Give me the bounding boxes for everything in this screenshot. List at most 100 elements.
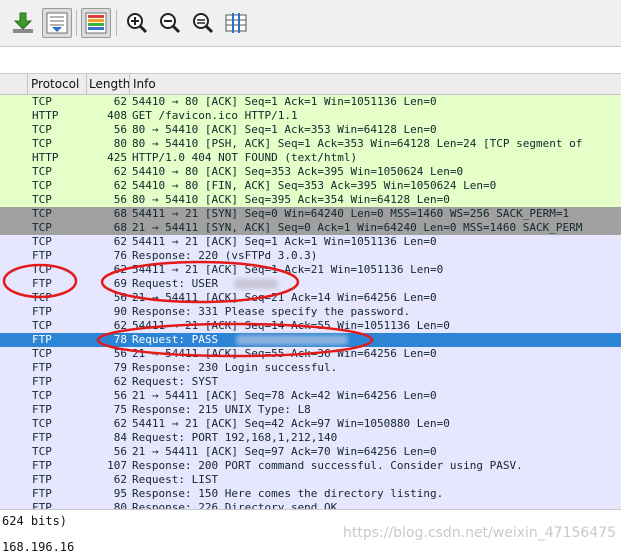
packet-row[interactable]: FTP 75 Response: 215 UNIX Type: L8 bbox=[0, 403, 621, 417]
packet-row[interactable]: TCP 56 21 → 54411 [ACK] Seq=78 Ack=42 Win=… bbox=[0, 389, 621, 403]
packet-row[interactable]: TCP 56 21 → 54411 [ACK] Seq=21 Ack=14 Win=… bbox=[0, 291, 621, 305]
packet-length: 56 bbox=[113, 291, 127, 304]
zoom-reset-icon bbox=[193, 13, 214, 34]
packet-info: Request: PORT 192,168,1,212,140 bbox=[132, 431, 338, 444]
packet-info: Response: 215 UNIX Type: L8 bbox=[132, 403, 311, 416]
colorize-button[interactable] bbox=[81, 8, 111, 38]
packet-info: Response: 331 Please specify the passwor… bbox=[132, 305, 411, 318]
packet-info: Request: PASS bbox=[132, 333, 219, 346]
packet-row[interactable]: TCP 56 80 → 54410 [ACK] Seq=1 Ack=353 Win=… bbox=[0, 123, 621, 137]
packet-protocol: TCP bbox=[32, 123, 52, 136]
packet-protocol: FTP bbox=[32, 501, 52, 509]
packet-length: 76 bbox=[113, 249, 127, 262]
autoscroll-button[interactable] bbox=[42, 8, 72, 38]
packet-info: 54411 → 21 [ACK] Seq=14 Ack=55 Win=10511… bbox=[132, 319, 450, 332]
packet-row[interactable]: HTTP 408 GET /favicon.ico HTTP/1.1 bbox=[0, 109, 621, 123]
packet-row[interactable]: FTP 76 Response: 220 (vsFTPd 3.0.3) bbox=[0, 249, 621, 263]
packet-row[interactable]: FTP 107 Response: 200 PORT command success… bbox=[0, 459, 621, 473]
packet-row[interactable]: HTTP 425 HTTP/1.0 404 NOT FOUND (text/html… bbox=[0, 151, 621, 165]
packet-info: 21 → 54411 [ACK] Seq=55 Ack=36 Win=64256… bbox=[132, 347, 437, 360]
packet-info: 21 → 54411 [ACK] Seq=97 Ack=70 Win=64256… bbox=[132, 445, 437, 458]
packet-info: Response: 200 PORT command successful. C… bbox=[132, 459, 523, 472]
column-divider[interactable] bbox=[86, 74, 87, 94]
packet-info: Request: LIST bbox=[132, 473, 219, 486]
packet-protocol: FTP bbox=[32, 431, 52, 444]
packet-row[interactable]: TCP 62 54410 → 80 [ACK] Seq=1 Ack=1 Win=10… bbox=[0, 95, 621, 109]
packet-row[interactable]: TCP 62 54410 → 80 [FIN, ACK] Seq=353 Ack=3… bbox=[0, 179, 621, 193]
packet-row[interactable]: TCP 62 54411 → 21 [ACK] Seq=42 Ack=97 Win=… bbox=[0, 417, 621, 431]
main-toolbar bbox=[0, 0, 621, 47]
packet-length: 56 bbox=[113, 445, 127, 458]
display-filter-bar[interactable] bbox=[0, 47, 621, 74]
packet-row[interactable]: FTP 62 Request: SYST bbox=[0, 375, 621, 389]
packet-protocol: TCP bbox=[32, 165, 52, 178]
packet-row[interactable]: FTP 90 Response: 331 Please specify the pa… bbox=[0, 305, 621, 319]
packet-row[interactable]: FTP 78 Request: PASS bbox=[0, 333, 621, 347]
autoscroll-icon bbox=[46, 12, 68, 34]
column-divider[interactable] bbox=[27, 74, 28, 94]
packet-info: Request: USER bbox=[132, 277, 219, 290]
packet-row[interactable]: TCP 62 54410 → 80 [ACK] Seq=353 Ack=395 Wi… bbox=[0, 165, 621, 179]
column-header-length[interactable]: Length bbox=[89, 77, 130, 91]
column-header-protocol[interactable]: Protocol bbox=[31, 77, 79, 91]
packet-info: 54411 → 21 [SYN] Seq=0 Win=64240 Len=0 M… bbox=[132, 207, 570, 220]
packet-protocol: TCP bbox=[32, 291, 52, 304]
packet-info: 54411 → 21 [ACK] Seq=42 Ack=97 Win=10508… bbox=[132, 417, 450, 430]
packet-info: 54410 → 80 [FIN, ACK] Seq=353 Ack=395 Wi… bbox=[132, 179, 497, 192]
column-divider[interactable] bbox=[129, 74, 130, 94]
packet-length: 107 bbox=[107, 459, 127, 472]
packet-row[interactable]: TCP 68 54411 → 21 [SYN] Seq=0 Win=64240 Le… bbox=[0, 207, 621, 221]
packet-length: 68 bbox=[113, 207, 127, 220]
watermark-text: https://blog.csdn.net/weixin_47156475 bbox=[343, 525, 617, 541]
packet-row[interactable]: TCP 62 54411 → 21 [ACK] Seq=14 Ack=55 Win=… bbox=[0, 319, 621, 333]
packet-row[interactable]: TCP 80 80 → 54410 [PSH, ACK] Seq=1 Ack=353… bbox=[0, 137, 621, 151]
zoom-out-button[interactable] bbox=[155, 8, 185, 38]
packet-length: 62 bbox=[113, 319, 127, 332]
packet-list-header: Protocol Length Info bbox=[0, 74, 621, 95]
packet-length: 56 bbox=[113, 347, 127, 360]
packet-row[interactable]: TCP 62 54411 → 21 [ACK] Seq=1 Ack=21 Win=1… bbox=[0, 263, 621, 277]
packet-protocol: FTP bbox=[32, 305, 52, 318]
packet-info: 21 → 54411 [SYN, ACK] Seq=0 Ack=1 Win=64… bbox=[132, 221, 583, 234]
packet-list[interactable]: TCP 62 54410 → 80 [ACK] Seq=1 Ack=1 Win=10… bbox=[0, 95, 621, 509]
packet-protocol: FTP bbox=[32, 333, 52, 346]
packet-length: 56 bbox=[113, 389, 127, 402]
packet-protocol: FTP bbox=[32, 277, 52, 290]
packet-row[interactable]: TCP 68 21 → 54411 [SYN, ACK] Seq=0 Ack=1 W… bbox=[0, 221, 621, 235]
packet-info: 54411 → 21 [ACK] Seq=1 Ack=21 Win=105113… bbox=[132, 263, 444, 276]
packet-protocol: HTTP bbox=[32, 151, 59, 164]
packet-info: Request: SYST bbox=[132, 375, 219, 388]
packet-row[interactable]: TCP 56 21 → 54411 [ACK] Seq=55 Ack=36 Win=… bbox=[0, 347, 621, 361]
packet-row[interactable]: TCP 62 54411 → 21 [ACK] Seq=1 Ack=1 Win=10… bbox=[0, 235, 621, 249]
redaction-blur bbox=[236, 335, 348, 345]
resize-columns-button[interactable] bbox=[221, 8, 251, 38]
packet-protocol: TCP bbox=[32, 221, 52, 234]
packet-info: 80 → 54410 [PSH, ACK] Seq=1 Ack=353 Win=… bbox=[132, 137, 583, 150]
packet-length: 75 bbox=[113, 403, 127, 416]
packet-length: 62 bbox=[113, 235, 127, 248]
toolbar-separator bbox=[76, 10, 77, 36]
packet-protocol: TCP bbox=[32, 207, 52, 220]
column-header-info[interactable]: Info bbox=[133, 77, 156, 91]
packet-info: Response: 220 (vsFTPd 3.0.3) bbox=[132, 249, 318, 262]
packet-length: 78 bbox=[113, 333, 127, 346]
packet-row[interactable]: FTP 62 Request: LIST bbox=[0, 473, 621, 487]
packet-row[interactable]: FTP 84 Request: PORT 192,168,1,212,140 bbox=[0, 431, 621, 445]
packet-row[interactable]: TCP 56 21 → 54411 [ACK] Seq=97 Ack=70 Win=… bbox=[0, 445, 621, 459]
packet-protocol: TCP bbox=[32, 347, 52, 360]
packet-row[interactable]: FTP 79 Response: 230 Login successful. bbox=[0, 361, 621, 375]
packet-row[interactable]: FTP 69 Request: USER bbox=[0, 277, 621, 291]
packet-length: 62 bbox=[113, 263, 127, 276]
zoom-in-button[interactable] bbox=[122, 8, 152, 38]
packet-row[interactable]: TCP 56 80 → 54410 [ACK] Seq=395 Ack=354 Wi… bbox=[0, 193, 621, 207]
save-download-button[interactable] bbox=[8, 8, 38, 38]
packet-protocol: TCP bbox=[32, 319, 52, 332]
zoom-reset-button[interactable] bbox=[188, 8, 218, 38]
packet-length: 56 bbox=[113, 193, 127, 206]
packet-row[interactable]: FTP 80 Response: 226 Directory send OK. bbox=[0, 501, 621, 509]
packet-row[interactable]: FTP 95 Response: 150 Here comes the direct… bbox=[0, 487, 621, 501]
packet-protocol: TCP bbox=[32, 389, 52, 402]
packet-info: Response: 230 Login successful. bbox=[132, 361, 338, 374]
packet-length: 62 bbox=[113, 95, 127, 108]
packet-length: 80 bbox=[113, 501, 127, 509]
